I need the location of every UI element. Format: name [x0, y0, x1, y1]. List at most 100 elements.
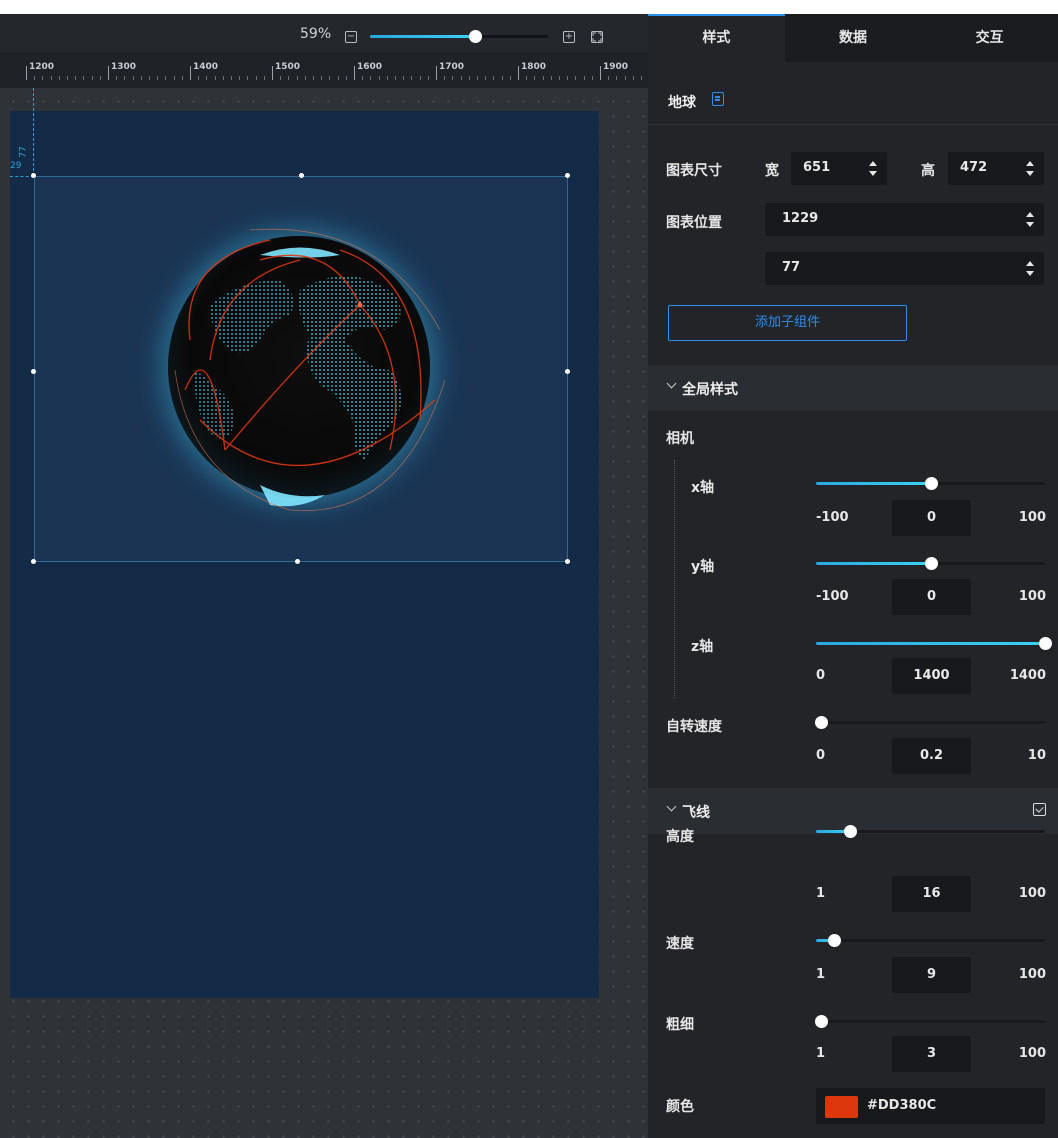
add-child-component-button[interactable]: 添加子组件 — [668, 305, 907, 341]
flyline-color-picker[interactable]: #DD380C — [816, 1088, 1045, 1124]
chart-size-label: 图表尺寸 — [666, 163, 722, 179]
resize-handle-w[interactable] — [31, 369, 36, 374]
zoom-in-icon[interactable]: + — [563, 31, 575, 43]
tab-data[interactable]: 数据 — [785, 14, 922, 62]
resize-handle-sw[interactable] — [31, 559, 36, 564]
ruler-minor-tick — [583, 76, 585, 80]
flyline-enable-checkbox-icon[interactable] — [1033, 803, 1046, 816]
ruler-minor-tick — [477, 76, 478, 80]
ruler-minor-tick — [247, 76, 249, 80]
y-axis-value-input[interactable]: 0 — [892, 579, 971, 615]
flyline-speed-value-input[interactable]: 9 — [892, 957, 971, 993]
ruler-minor-tick — [534, 76, 536, 80]
width-input[interactable]: 651 — [791, 152, 887, 185]
flyline-speed-label: 速度 — [666, 936, 694, 952]
ruler-major-tick — [600, 66, 601, 80]
ruler-minor-tick — [575, 76, 577, 80]
resize-handle-ne[interactable] — [565, 173, 570, 178]
fly-point — [357, 302, 363, 308]
rotate-speed-value-input[interactable]: 0.2 — [892, 738, 971, 774]
resize-handle-n[interactable] — [299, 173, 304, 178]
slider-knob[interactable] — [1039, 637, 1052, 650]
slider-knob[interactable] — [815, 1015, 828, 1028]
flyline-height-min: 1 — [816, 886, 826, 901]
slider-knob[interactable] — [925, 477, 938, 490]
tab-interaction[interactable]: 交互 — [921, 14, 1058, 62]
resize-handle-nw[interactable] — [31, 173, 36, 178]
ruler-minor-tick — [34, 76, 36, 80]
zoom-toolbar: 59% − + — [0, 14, 648, 54]
ruler-major-tick — [26, 66, 27, 80]
fit-screen-icon[interactable] — [591, 31, 603, 43]
ruler-minor-tick — [485, 76, 487, 80]
ruler-minor-tick — [296, 76, 298, 80]
tab-style[interactable]: 样式 — [648, 14, 785, 62]
ruler-minor-tick — [157, 76, 159, 80]
zoom-slider[interactable] — [370, 30, 548, 43]
ruler-minor-tick — [337, 76, 339, 80]
slider-knob[interactable] — [925, 557, 938, 570]
height-spinner-icon[interactable] — [1026, 161, 1034, 176]
position-x-input[interactable]: 1229 — [765, 203, 1044, 236]
resize-handle-e[interactable] — [565, 369, 570, 374]
resize-handle-s[interactable] — [295, 559, 300, 564]
globe-visual — [150, 220, 450, 520]
fly-line — [199, 399, 436, 467]
height-input[interactable]: 472 — [948, 152, 1044, 185]
zoom-out-icon[interactable]: − — [345, 31, 357, 43]
ruler-minor-tick — [509, 76, 511, 80]
ruler-minor-tick — [280, 76, 282, 80]
guide-line-vertical — [33, 88, 34, 176]
flyline-thickness-value-input[interactable]: 3 — [892, 1036, 971, 1072]
ruler-minor-tick — [419, 76, 421, 80]
ruler-minor-tick — [222, 76, 224, 80]
slider-knob[interactable] — [828, 934, 841, 947]
flyline-thickness-label: 粗细 — [666, 1017, 694, 1033]
ruler-minor-tick — [632, 76, 634, 80]
ruler-minor-tick — [567, 76, 569, 80]
ruler-minor-tick — [403, 76, 405, 80]
ruler-label: 1400 — [193, 62, 219, 72]
global-style-section-header[interactable]: 全局样式 — [648, 365, 1058, 411]
x-axis-min: -100 — [816, 510, 849, 525]
slider-knob[interactable] — [815, 716, 828, 729]
flyline-thickness-max: 100 — [1018, 1046, 1046, 1061]
position-y-spinner-icon[interactable] — [1026, 261, 1034, 276]
position-y-input[interactable]: 77 — [765, 252, 1044, 285]
flyline-speed-slider[interactable] — [816, 934, 1045, 947]
ruler-minor-tick — [255, 76, 257, 80]
ruler-minor-tick — [616, 76, 618, 80]
zoom-slider-knob[interactable] — [469, 30, 482, 43]
z-axis-slider[interactable] — [816, 637, 1052, 650]
flyline-height-slider[interactable] — [816, 825, 1045, 838]
ruler-minor-tick — [165, 76, 167, 80]
y-axis-slider[interactable] — [816, 557, 1045, 570]
ruler-label: 1500 — [275, 62, 301, 72]
ruler-minor-tick — [313, 76, 314, 80]
canvas-area[interactable]: 59% − + 1200 1300 1400 1500 1600 1700 1800 1900… — [0, 0, 648, 1138]
camera-label: 相机 — [666, 431, 694, 447]
x-axis-slider[interactable] — [816, 477, 1045, 490]
rotate-speed-slider[interactable] — [815, 716, 1045, 729]
guide-y-label: 29 — [10, 161, 22, 171]
resize-handle-se[interactable] — [565, 559, 570, 564]
ruler-minor-tick — [370, 76, 372, 80]
slider-knob[interactable] — [844, 825, 857, 838]
width-spinner-icon[interactable] — [869, 161, 877, 176]
chevron-down-icon — [666, 378, 677, 389]
document-icon[interactable] — [712, 92, 724, 106]
ruler-minor-tick — [608, 76, 610, 80]
flyline-height-value-input[interactable]: 16 — [892, 876, 971, 912]
ruler-minor-tick — [173, 76, 175, 80]
ruler-minor-tick — [132, 76, 134, 80]
ruler-minor-tick — [468, 76, 470, 80]
z-axis-value-input[interactable]: 1400 — [892, 658, 971, 694]
color-swatch[interactable] — [825, 1096, 858, 1118]
ruler-label: 1300 — [111, 62, 137, 72]
ruler-minor-tick — [345, 76, 347, 80]
position-x-spinner-icon[interactable] — [1026, 212, 1034, 227]
x-axis-value-input[interactable]: 0 — [892, 500, 971, 536]
flyline-thickness-slider[interactable] — [815, 1015, 1045, 1028]
ruler-minor-tick — [542, 76, 544, 80]
ruler-minor-tick — [116, 76, 118, 80]
